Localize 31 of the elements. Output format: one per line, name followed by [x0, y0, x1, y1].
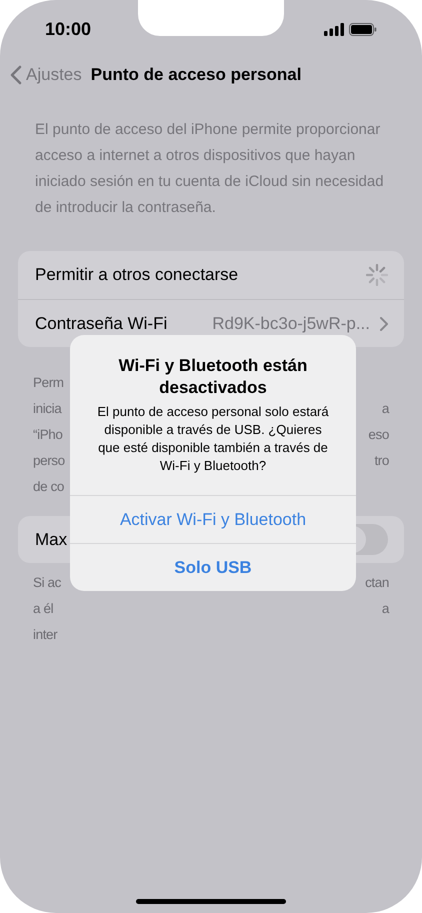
footer-text-fragment: ctan	[365, 574, 389, 592]
footer-text-fragment: a	[382, 600, 389, 618]
alert-message: El punto de acceso personal solo estará disponible a través de USB. ¿Quieres que esté disponible también a través de Wi-Fi y Bluetooth?	[96, 403, 330, 475]
status-time: 10:00	[45, 18, 92, 40]
footer-text-fragment: Perm	[33, 374, 64, 392]
alert-button[interactable]: Solo USB	[70, 543, 356, 591]
loading-spinner-icon	[366, 264, 388, 286]
footer-text-fragment: “iPho	[33, 426, 63, 444]
footer-text-fragment: inicia	[33, 400, 62, 418]
settings-row[interactable]: Permitir a otros conectarse	[18, 251, 404, 299]
intro-text: El punto de acceso del iPhone permite proporcionar acceso a internet a otros dispositivos que hayan iniciado sesión en tu cuenta de iCloud sin necesidad de introducir la contraseña.	[34, 120, 385, 218]
back-button[interactable]: Ajustes	[10, 62, 82, 88]
footer-text-fragment: eso	[368, 426, 389, 444]
footer-text-fragment: tro	[374, 452, 389, 470]
alert-button[interactable]: Activar Wi-Fi y Bluetooth	[70, 495, 356, 543]
row-label: Contraseña Wi-Fi	[35, 312, 168, 335]
row-value: Rd9K-bc3o-j5wR-p...	[212, 312, 370, 335]
footer-text-fragment: Si ac	[33, 574, 62, 592]
row-label: Permitir a otros conectarse	[35, 264, 238, 286]
footer-text-fragment: a él	[33, 600, 54, 618]
footer-text-fragment: a	[382, 400, 389, 418]
signal-icon	[324, 22, 344, 36]
battery-icon	[349, 22, 377, 36]
page-title: Punto de acceso personal	[90, 64, 302, 86]
footer-text-fragment: de co	[33, 478, 64, 496]
footer-text-fragment: perso	[33, 452, 65, 470]
row-label: Max	[35, 528, 68, 551]
chevron-left-icon	[10, 65, 22, 85]
footer-text-fragment: inter	[33, 626, 58, 644]
alert-title: Wi-Fi y Bluetooth están desactivados	[118, 355, 308, 399]
chevron-right-icon	[380, 316, 388, 330]
